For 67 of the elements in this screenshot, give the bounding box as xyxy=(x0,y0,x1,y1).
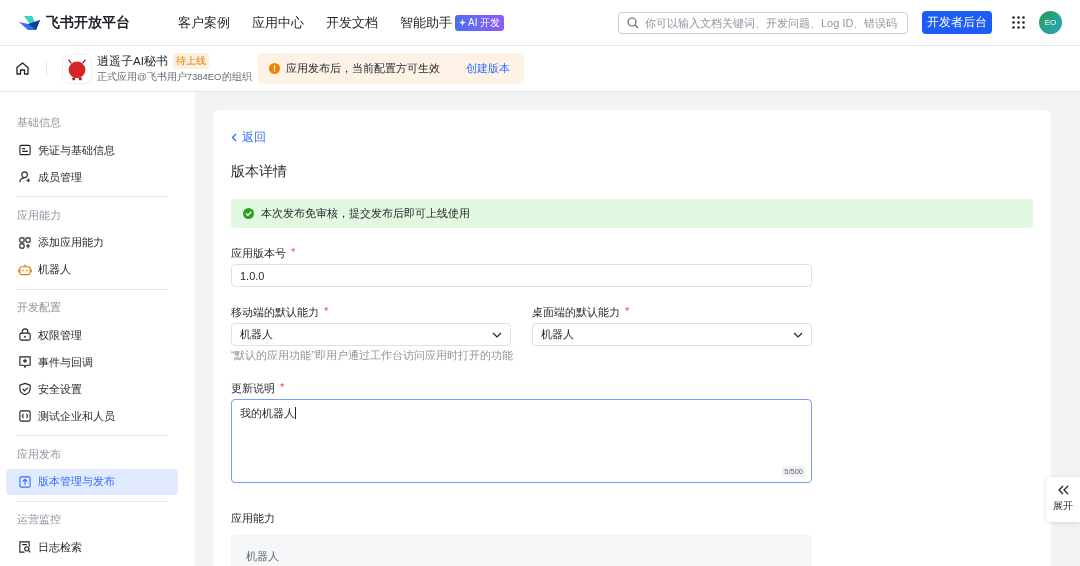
app-name: 逍遥子AI秘书 xyxy=(97,53,168,69)
message-plus-icon xyxy=(18,355,32,369)
search-document-icon xyxy=(18,540,32,554)
sidebar-item[interactable]: 成员管理 xyxy=(6,164,178,190)
select-field[interactable]: 机器人 xyxy=(532,323,812,346)
sidebar-item[interactable]: 安全设置 xyxy=(6,376,178,402)
apps-add-icon xyxy=(18,235,32,250)
chevron-left-icon xyxy=(231,133,237,142)
page-title: 版本详情 xyxy=(231,163,287,181)
code-icon xyxy=(18,409,32,423)
id-card-icon xyxy=(18,143,32,157)
notice-text: 应用发布后，当前配置方可生效 xyxy=(285,61,440,76)
version-input[interactable]: 1.0.0 xyxy=(231,264,812,287)
warning-icon xyxy=(268,63,280,74)
field-label: 应用版本号 xyxy=(231,246,286,261)
shield-check-icon xyxy=(18,382,32,396)
apps-grid-icon[interactable] xyxy=(1012,16,1025,29)
field-label: 桌面端的默认能力 xyxy=(532,305,620,320)
capability-item: 机器人 xyxy=(246,550,279,564)
required-mark: * xyxy=(625,305,630,319)
sidebar-item[interactable]: 添加应用能力 xyxy=(6,229,178,256)
add-user-icon xyxy=(18,170,32,184)
nav-link[interactable]: 智能助手 AI 开发 xyxy=(400,13,505,32)
logo-icon xyxy=(18,14,40,31)
sidebar-item[interactable]: 机器人 xyxy=(6,256,178,283)
sidebar-section-title: 基础信息 xyxy=(16,115,62,130)
sidebar-section-title: 运营监控 xyxy=(16,512,62,527)
check-circle-icon xyxy=(243,208,254,219)
ai-badge: AI 开发 xyxy=(455,14,505,31)
required-mark: * xyxy=(280,381,285,395)
section-title: 应用能力 xyxy=(231,511,275,526)
sidebar-item[interactable]: 凭证与基础信息 xyxy=(6,137,178,163)
console-button[interactable]: 开发者后台 xyxy=(922,11,992,34)
create-version-link[interactable]: 创建版本 xyxy=(465,61,510,76)
sidebar-section-title: 开发配置 xyxy=(16,300,62,315)
sidebar-section-title: 应用能力 xyxy=(16,207,62,223)
sidebar-section-title: 应用发布 xyxy=(16,446,62,462)
required-mark: * xyxy=(324,305,329,319)
nav-link[interactable]: 开发文档 xyxy=(326,13,378,32)
select-field[interactable]: 机器人 xyxy=(231,323,511,346)
chevron-down-icon xyxy=(793,331,803,338)
required-mark: * xyxy=(291,246,296,260)
robot-icon xyxy=(18,262,32,277)
status-tag: 待上线 xyxy=(172,53,209,69)
double-chevron-left-icon xyxy=(1057,485,1069,495)
search-icon xyxy=(627,16,639,29)
banner-text: 本次发布免审核，提交发布后即可上线使用 xyxy=(261,206,470,221)
sidebar-item[interactable]: 版本管理与发布 xyxy=(6,468,178,495)
chevron-down-icon xyxy=(492,331,502,338)
app-org: 正式应用@飞书用户7384EO的组织 xyxy=(97,71,252,84)
sidebar-item[interactable]: 日志检索 xyxy=(6,534,178,560)
lock-icon xyxy=(18,328,32,342)
home-icon[interactable] xyxy=(15,61,30,76)
hint-text: “默认的应用功能”即用户通过工作台访问应用时打开的功能 xyxy=(231,349,513,363)
field-label: 移动端的默认能力 xyxy=(231,305,319,320)
sidebar-item[interactable]: 权限管理 xyxy=(6,322,178,348)
logo-text: 飞书开放平台 xyxy=(46,13,130,32)
sidebar-item[interactable]: 事件与回调 xyxy=(6,349,178,375)
app-icon xyxy=(62,53,92,84)
search-field[interactable]: 你可以输入文档关键词、开发问题、Log ID、错误码 xyxy=(618,11,908,34)
back-link[interactable]: 返回 xyxy=(231,130,266,145)
expand-button[interactable]: 展开 xyxy=(1046,477,1080,522)
nav-link[interactable]: 客户案例 xyxy=(178,13,230,32)
field-label: 更新说明 xyxy=(231,381,275,396)
sidebar-item[interactable]: 测试企业和人员 xyxy=(6,403,178,429)
upload-icon xyxy=(18,474,32,489)
nav-link[interactable]: 应用中心 xyxy=(252,13,304,32)
